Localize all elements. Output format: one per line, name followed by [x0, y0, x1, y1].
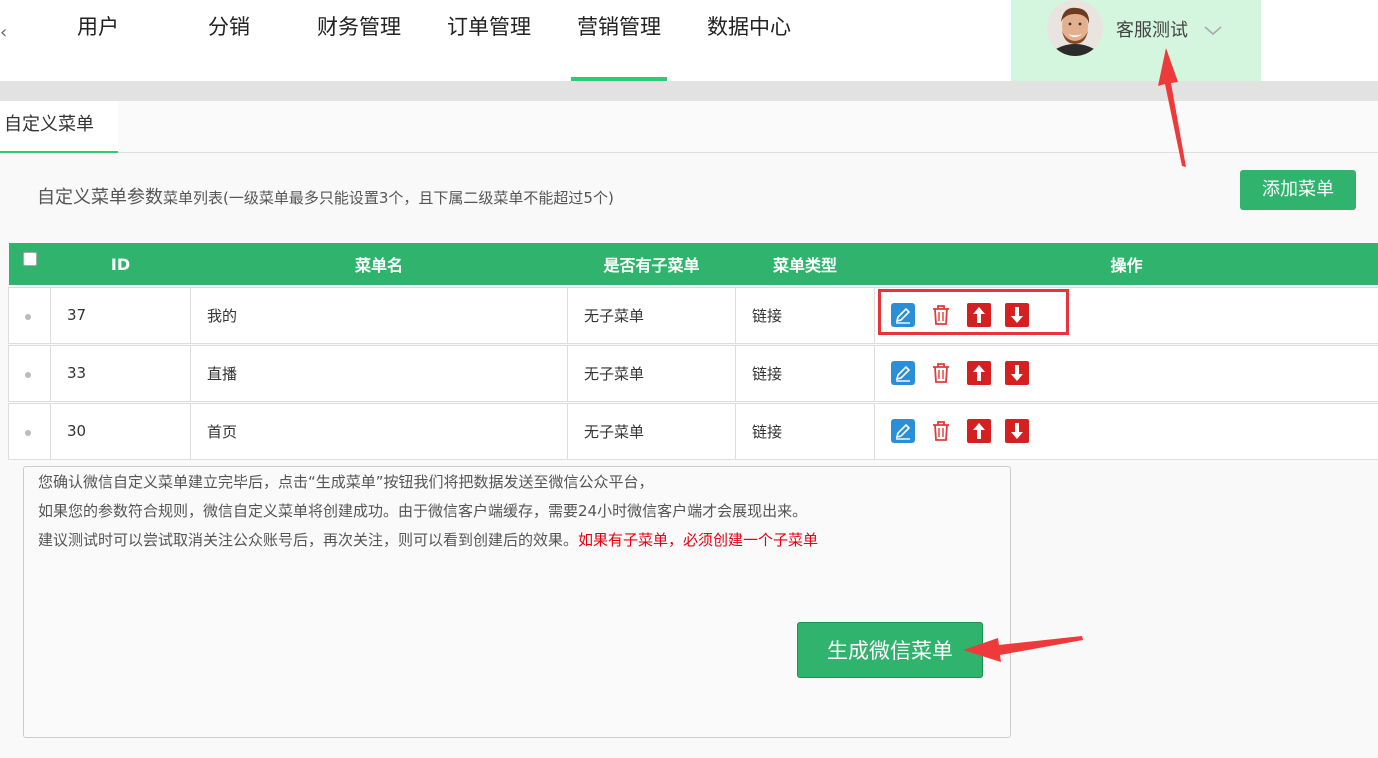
- notice-line-3-text: 建议测试时可以尝试取消关注公众账号后，再次关注，则可以看到创建后的效果。: [38, 531, 579, 549]
- cell-type: 链接: [735, 344, 875, 402]
- cell-actions: [874, 344, 1378, 402]
- notice-line-3: 建议测试时可以尝试取消关注公众账号后，再次关注，则可以看到创建后的效果。如果有子…: [24, 526, 1010, 555]
- user-menu[interactable]: 客服测试: [1011, 0, 1261, 81]
- add-menu-button[interactable]: 添加菜单: [1240, 170, 1356, 210]
- top-navigation-bar: ‹ 用户 分销 财务管理 订单管理 营销管理 数据中心 客服测试: [0, 0, 1378, 81]
- column-header-has-sub: 是否有子菜单: [567, 243, 736, 285]
- move-down-icon[interactable]: [1005, 361, 1029, 385]
- delete-icon[interactable]: [929, 303, 953, 327]
- delete-icon[interactable]: [929, 361, 953, 385]
- params-subtitle: 菜单列表(一级菜单最多只能设置3个，且下属二级菜单不能超过5个): [163, 189, 614, 207]
- notice-line-1: 您确认微信自定义菜单建立完毕后，点击“生成菜单”按钮我们将把数据发送至微信公众平…: [38, 473, 654, 491]
- row-bullet-icon: [25, 372, 31, 378]
- nav-item-distribution[interactable]: 分销: [189, 0, 269, 81]
- cell-actions: [874, 286, 1378, 344]
- delete-icon[interactable]: [929, 419, 953, 443]
- cell-name: 我的: [190, 286, 568, 344]
- nav-item-marketing[interactable]: 营销管理: [571, 0, 667, 81]
- notice-warning: 如果有子菜单，必须创建一个子菜单: [578, 531, 819, 549]
- header-divider: [0, 81, 1378, 101]
- edit-icon[interactable]: [891, 361, 915, 385]
- notice-line-2: 如果您的参数符合规则，微信自定义菜单将创建成功。由于微信客户端缓存，需要24小时…: [38, 502, 808, 520]
- edit-icon[interactable]: [891, 419, 915, 443]
- row-bullet-icon: [25, 430, 31, 436]
- chevron-down-icon: [1204, 26, 1222, 36]
- cell-id: 37: [50, 286, 191, 344]
- generate-wechat-menu-button[interactable]: 生成微信菜单: [797, 622, 983, 678]
- nav-item-orders[interactable]: 订单管理: [439, 0, 539, 81]
- move-up-icon[interactable]: [967, 361, 991, 385]
- move-up-icon[interactable]: [967, 303, 991, 327]
- table-row: 33 直播 无子菜单 链接: [8, 344, 1378, 402]
- column-header-name: 菜单名: [190, 243, 568, 285]
- cell-type: 链接: [735, 402, 875, 460]
- table-row: 30 首页 无子菜单 链接: [8, 402, 1378, 460]
- move-down-icon[interactable]: [1005, 303, 1029, 327]
- tab-bar: 自定义菜单: [0, 101, 1378, 153]
- cell-has-sub: 无子菜单: [567, 286, 736, 344]
- edit-icon[interactable]: [891, 303, 915, 327]
- table-row: 37 我的 无子菜单 链接: [8, 286, 1378, 344]
- menu-table: ID 菜单名 是否有子菜单 菜单类型 操作 37 我的 无子菜单 链接 33 直…: [8, 243, 1378, 460]
- select-all-header: [8, 243, 51, 285]
- notice-panel: 您确认微信自定义菜单建立完毕后，点击“生成菜单”按钮我们将把数据发送至微信公众平…: [23, 466, 1011, 738]
- move-up-icon[interactable]: [967, 419, 991, 443]
- column-header-actions: 操作: [874, 243, 1378, 285]
- avatar: [1047, 0, 1103, 56]
- main-content: 自定义菜单 自定义菜单参数菜单列表(一级菜单最多只能设置3个，且下属二级菜单不能…: [0, 101, 1378, 758]
- cell-has-sub: 无子菜单: [567, 402, 736, 460]
- column-header-type: 菜单类型: [735, 243, 875, 285]
- cell-id: 33: [50, 344, 191, 402]
- select-all-checkbox[interactable]: [22, 252, 37, 266]
- cell-id: 30: [50, 402, 191, 460]
- nav-item-data-center[interactable]: 数据中心: [699, 0, 799, 81]
- params-title-main: 自定义菜单参数: [37, 187, 163, 208]
- user-name: 客服测试: [1116, 20, 1188, 41]
- cell-name: 首页: [190, 402, 568, 460]
- row-bullet-icon: [25, 314, 31, 320]
- page-title: 自定义菜单参数菜单列表(一级菜单最多只能设置3个，且下属二级菜单不能超过5个): [37, 183, 614, 209]
- move-down-icon[interactable]: [1005, 419, 1029, 443]
- cell-has-sub: 无子菜单: [567, 344, 736, 402]
- column-header-id: ID: [50, 243, 191, 285]
- cell-type: 链接: [735, 286, 875, 344]
- nav-item-finance[interactable]: 财务管理: [309, 0, 409, 81]
- cell-actions: [874, 402, 1378, 460]
- nav-scroll-left-icon[interactable]: ‹: [0, 22, 7, 43]
- cell-name: 直播: [190, 344, 568, 402]
- tab-custom-menu[interactable]: 自定义菜单: [0, 101, 118, 153]
- nav-item-users[interactable]: 用户: [58, 0, 138, 81]
